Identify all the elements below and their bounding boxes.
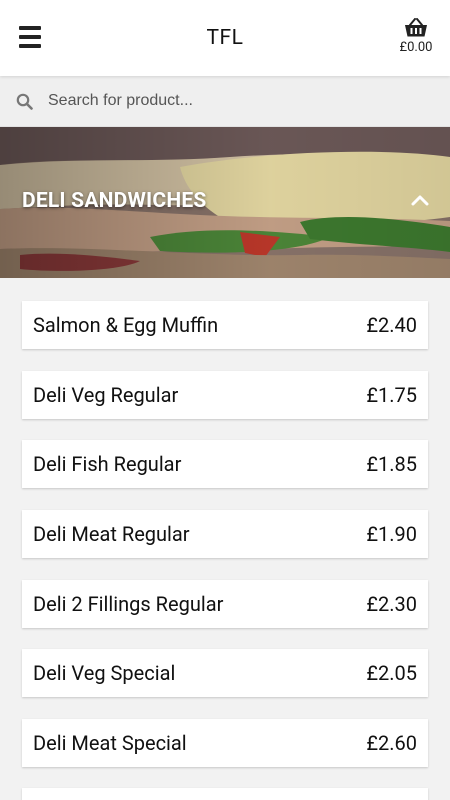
app-title: TFL — [206, 26, 244, 50]
category-title: DELI SANDWICHES — [22, 189, 207, 213]
product-name: Deli 2 Fillings Regular — [33, 592, 224, 616]
product-name: Deli Veg Regular — [33, 383, 179, 407]
basket-button[interactable]: £0.00 — [397, 18, 435, 55]
product-item[interactable]: Deli 2 Fillings Regular £2.30 — [22, 580, 428, 628]
hamburger-menu-icon[interactable] — [19, 26, 41, 48]
product-item[interactable]: Salmon & Egg Muffin £2.40 — [22, 301, 428, 349]
product-item[interactable]: Deli Veg Special £2.05 — [22, 649, 428, 697]
search-input[interactable] — [48, 88, 428, 114]
product-price: £1.90 — [366, 522, 417, 546]
product-name: Deli Fish Regular — [33, 452, 182, 476]
search-bar — [0, 76, 450, 127]
app-bar: TFL £0.00 — [0, 0, 450, 76]
product-name: Deli Meat Regular — [33, 522, 190, 546]
product-item[interactable]: Deli Meat Regular £1.90 — [22, 510, 428, 558]
product-price: £2.30 — [366, 592, 417, 616]
product-price: £2.05 — [366, 661, 417, 685]
product-price: £1.75 — [366, 383, 417, 407]
product-item[interactable] — [22, 788, 428, 800]
product-item[interactable]: Deli Veg Regular £1.75 — [22, 371, 428, 419]
chevron-up-icon[interactable] — [408, 191, 432, 211]
search-icon — [16, 93, 33, 110]
product-price: £2.40 — [366, 313, 417, 337]
shopping-basket-icon — [405, 18, 427, 37]
product-list: Salmon & Egg Muffin £2.40 Deli Veg Regul… — [0, 278, 450, 800]
basket-total: £0.00 — [399, 40, 433, 55]
product-name: Deli Meat Special — [33, 731, 187, 755]
product-name: Deli Veg Special — [33, 661, 176, 685]
product-item[interactable]: Deli Fish Regular £1.85 — [22, 440, 428, 488]
product-price: £1.85 — [366, 452, 417, 476]
category-banner[interactable]: DELI SANDWICHES — [0, 127, 450, 278]
product-name: Salmon & Egg Muffin — [33, 313, 219, 337]
product-item[interactable]: Deli Meat Special £2.60 — [22, 719, 428, 767]
product-price: £2.60 — [366, 731, 417, 755]
